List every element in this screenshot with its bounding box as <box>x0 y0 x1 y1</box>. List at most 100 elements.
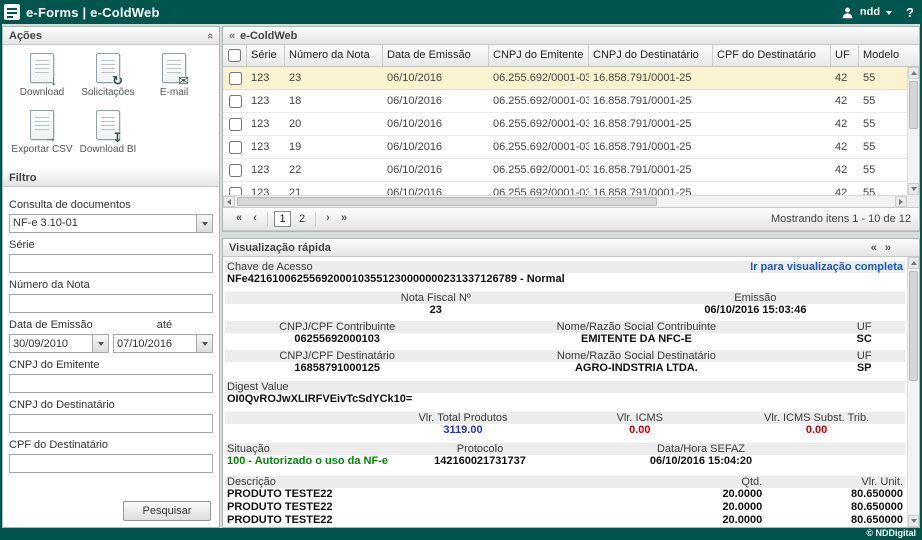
scroll-right-button[interactable] <box>895 196 907 207</box>
data-fim-field[interactable] <box>113 334 213 353</box>
cell-cpf-destinatario <box>713 113 831 135</box>
chevron-down-icon <box>98 342 104 346</box>
row-checkbox[interactable] <box>229 164 242 177</box>
scrollbar-thumb[interactable] <box>909 81 918 129</box>
page-button-2[interactable]: 2 <box>295 213 309 225</box>
col-descricao: Descrição <box>225 476 592 488</box>
column-header-serie[interactable]: Série <box>247 45 285 66</box>
cpf-destinatario-input[interactable] <box>9 454 213 473</box>
numero-nota-label: Número da Nota <box>9 279 213 291</box>
column-header-cpf-destinatario[interactable]: CPF do Destinatário <box>713 45 831 66</box>
record-nav: « » <box>871 242 891 254</box>
serie-input[interactable] <box>9 254 213 273</box>
cell-cnpj-emitente: 06.255.692/0001-03 <box>489 182 589 195</box>
email-glyph: ✉ <box>178 74 189 87</box>
grid-vertical-scrollbar[interactable] <box>907 67 919 195</box>
user-menu-caret-icon[interactable] <box>886 11 892 15</box>
table-row[interactable]: 123 23 06/10/2016 06.255.692/0001-03 16.… <box>223 67 907 90</box>
table-row[interactable]: 123 21 06/10/2016 06.255.692/0001-03 16.… <box>223 182 907 195</box>
column-header-cnpj-emitente[interactable]: CNPJ do Emitente <box>489 45 589 66</box>
column-header-cnpj-destinatario[interactable]: CNPJ do Destinatário <box>589 45 713 66</box>
data-inicio-input[interactable] <box>10 335 90 352</box>
table-row[interactable]: 123 19 06/10/2016 06.255.692/0001-03 16.… <box>223 136 907 159</box>
scroll-up-button[interactable] <box>908 257 919 269</box>
data-inicio-field[interactable] <box>9 334 109 353</box>
email-button[interactable]: ✉ E-mail <box>141 53 207 98</box>
cell-uf: 42 <box>831 90 859 112</box>
data-fim-input[interactable] <box>114 335 194 352</box>
collapse-actions-icon[interactable]: « <box>204 32 216 38</box>
column-header-modelo[interactable]: Modelo <box>859 45 907 66</box>
last-page-button[interactable]: » <box>336 211 352 227</box>
cpf-destinatario-label: CPF do Destinatário <box>9 439 213 451</box>
arrow-left-icon <box>227 199 231 205</box>
page-button-1[interactable]: 1 <box>274 211 291 227</box>
cell-data: 06/10/2016 <box>383 67 489 89</box>
dest-cnpj-value: 16858791000125 <box>225 362 449 375</box>
table-row[interactable]: 123 20 06/10/2016 06.255.692/0001-03 16.… <box>223 113 907 136</box>
requests-glyph: ↻ <box>112 74 123 87</box>
row-checkbox[interactable] <box>229 187 242 196</box>
scroll-left-button[interactable] <box>223 196 235 207</box>
cell-serie: 123 <box>247 182 285 195</box>
preview-vertical-scrollbar[interactable] <box>907 257 919 527</box>
prev-page-button[interactable]: ‹ <box>247 211 263 227</box>
copyright-text: © NDDigital <box>866 528 916 538</box>
scroll-up-button[interactable] <box>908 67 919 79</box>
help-button[interactable]: ? <box>906 5 914 20</box>
next-page-button[interactable]: › <box>320 211 336 227</box>
cell-cnpj-emitente: 06.255.692/0001-03 <box>489 67 589 89</box>
row-checkbox[interactable] <box>229 118 242 131</box>
download-button[interactable]: ↓ Download <box>9 53 75 98</box>
consulta-documentos-select[interactable]: NF-e 3.10-01 <box>9 214 213 233</box>
table-row[interactable]: 123 22 06/10/2016 06.255.692/0001-03 16.… <box>223 159 907 182</box>
data-fim-picker-button[interactable] <box>196 335 212 352</box>
row-checkbox[interactable] <box>229 72 242 85</box>
data-emissao-label: Data de Emissão <box>9 319 93 331</box>
table-row[interactable]: 123 18 06/10/2016 06.255.692/0001-03 16.… <box>223 90 907 113</box>
cell-uf: 42 <box>831 182 859 195</box>
next-record-button[interactable]: » <box>885 242 891 254</box>
collapse-sidebar-icon[interactable]: « <box>229 30 235 42</box>
exportar-csv-button[interactable]: → Exportar CSV <box>9 110 75 155</box>
digest-label: Digest Value <box>225 381 289 393</box>
column-header-uf[interactable]: UF <box>831 45 859 66</box>
col-qtd: Qtd. <box>592 476 762 488</box>
numero-nota-input[interactable] <box>9 294 213 313</box>
data-inicio-picker-button[interactable] <box>92 335 108 352</box>
visualizacao-completa-link[interactable]: Ir para visualização completa <box>750 261 905 273</box>
row-checkbox[interactable] <box>229 95 242 108</box>
scrollbar-thumb[interactable] <box>237 197 657 206</box>
ate-label: até <box>157 319 172 331</box>
products-header: Descrição Qtd. Vlr. Unit. <box>225 476 905 488</box>
column-header-numero[interactable]: Número da Nota <box>285 45 383 66</box>
pesquisar-button[interactable]: Pesquisar <box>123 501 211 521</box>
panel-splitter[interactable] <box>222 231 920 239</box>
protocolo-label: Protocolo <box>395 443 565 455</box>
scroll-down-button[interactable] <box>908 183 919 195</box>
preview-body: Chave de Acesso Ir para visualização com… <box>223 257 907 527</box>
actions-panel-header: Ações « <box>3 27 219 45</box>
grid-horizontal-scrollbar[interactable] <box>223 195 907 207</box>
solicitacoes-button[interactable]: ↻ Solicitações <box>75 53 141 98</box>
column-header-data-emissao[interactable]: Data de Emissão <box>383 45 489 66</box>
app-window: e-Forms | e-ColdWeb ndd ? Ações « ↓ Down… <box>0 0 922 540</box>
first-page-button[interactable]: « <box>231 211 247 227</box>
download-bi-button[interactable]: ↧ Download BI <box>75 110 141 155</box>
cell-cnpj-emitente: 06.255.692/0001-03 <box>489 113 589 135</box>
sefaz-value: 06/10/2016 15:04:20 <box>565 455 837 468</box>
prev-record-button[interactable]: « <box>871 242 877 254</box>
row-checkbox[interactable] <box>229 141 242 154</box>
scroll-down-button[interactable] <box>908 515 919 527</box>
contribuinte-labels: CNPJ/CPF Contribuinte Nome/Razão Social … <box>225 321 905 333</box>
cnpj-emitente-input[interactable] <box>9 374 213 393</box>
cell-serie: 123 <box>247 136 285 158</box>
select-all-checkbox[interactable] <box>228 49 241 62</box>
scrollbar-thumb[interactable] <box>909 271 918 381</box>
toolbar-separator <box>267 212 268 226</box>
consulta-dropdown-button[interactable] <box>196 215 212 232</box>
chevron-down-icon <box>202 342 208 346</box>
cnpj-destinatario-input[interactable] <box>9 414 213 433</box>
user-menu[interactable]: ndd <box>860 6 880 18</box>
cell-data: 06/10/2016 <box>383 90 489 112</box>
